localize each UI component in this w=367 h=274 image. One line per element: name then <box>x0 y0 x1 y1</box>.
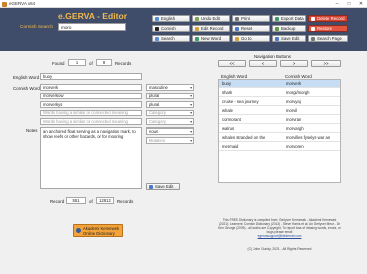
cornish-button[interactable]: Cornish <box>152 25 190 32</box>
printer-icon <box>235 16 239 21</box>
record-total-field: 12812 <box>96 197 114 204</box>
notes-textarea[interactable]: an anchored float serving as a navigatio… <box>40 127 142 189</box>
related-word-field-2[interactable]: Words having a similar or connected mean… <box>40 118 142 125</box>
results-table[interactable]: buoy morverk shark morgi/morgh cruise - se… <box>218 79 341 183</box>
plural-field-1[interactable]: morverkow <box>40 92 142 99</box>
copyright-text: (C) John Gundy, 2021 - All Rights Reserv… <box>247 247 312 251</box>
found-of-label: of <box>89 61 93 66</box>
plus-icon <box>195 36 199 41</box>
search-page-button[interactable]: Search Page <box>308 35 348 42</box>
chevron-down-icon: ▾ <box>190 129 192 134</box>
reset-icon <box>235 26 239 31</box>
export-icon <box>275 16 279 21</box>
chevron-down-icon: ▾ <box>190 102 192 107</box>
english-word-field[interactable]: buoy <box>40 73 142 80</box>
chevron-down-icon: ▾ <box>190 138 192 143</box>
chevron-down-icon: ▾ <box>190 119 192 124</box>
edit-record-button[interactable]: Edit Record <box>192 25 230 32</box>
chevron-down-icon: ▾ <box>190 85 192 90</box>
first-record-button[interactable]: << <box>218 60 246 67</box>
chevron-down-icon: ▾ <box>190 94 192 98</box>
found-records-label: Records <box>115 61 132 66</box>
backup-icon <box>275 26 279 31</box>
edit-icon <box>195 26 199 31</box>
flag-icon <box>155 26 159 31</box>
record-label: Record <box>50 199 65 204</box>
footer-credits: This FREE Dictionary is compiled from: G… <box>218 218 341 238</box>
gender-select[interactable]: masculine ▾ <box>146 84 194 91</box>
delete-icon <box>311 16 315 21</box>
category-select-2[interactable]: Category ▾ <box>146 118 194 125</box>
credits-text: This FREE Dictionary is compiled from: G… <box>218 218 341 234</box>
table-row[interactable]: shark morgi/morgh <box>219 89 340 97</box>
record-of-label: of <box>89 199 93 204</box>
cornish-word-field[interactable]: morverk <box>40 84 142 91</box>
search-icon <box>155 36 159 41</box>
last-record-button[interactable]: >> <box>311 60 341 67</box>
search-label: Cornish Search <box>20 25 54 30</box>
undo-icon <box>195 16 199 21</box>
app-icon <box>2 1 7 7</box>
export-data-button[interactable]: Export Data <box>272 15 306 22</box>
part-of-speech-select[interactable]: noun ▾ <box>146 128 194 135</box>
english-word-label: English Word <box>13 75 40 80</box>
go-to-button[interactable]: Go to <box>232 35 270 42</box>
flag-icon <box>155 16 159 21</box>
table-row[interactable]: cormorant morvran <box>219 116 340 124</box>
table-row[interactable]: walrus morvargh <box>219 125 340 133</box>
next-record-button[interactable]: > <box>280 60 308 67</box>
previous-record-button[interactable]: < <box>249 60 277 67</box>
save-icon <box>149 184 153 189</box>
undo-edit-button[interactable]: Undo Edit <box>192 15 230 22</box>
found-count-field: 1 <box>68 59 86 66</box>
plural-select-2[interactable]: plural ▾ <box>146 101 194 108</box>
maximize-button[interactable]: □ <box>343 0 355 8</box>
print-button[interactable]: Print <box>232 15 270 22</box>
window-titlebar: eGERVA x64 – □ ✕ <box>0 0 367 8</box>
table-row[interactable]: whales stranded on the morvilles fyselys … <box>219 134 340 142</box>
save-edit-button[interactable]: Save Edit <box>146 183 180 190</box>
support-email-link[interactable]: egervasupport@btinternet.com <box>218 234 341 238</box>
table-row[interactable]: buoy morverk <box>219 80 340 88</box>
online-dictionary-button[interactable]: Akademi Kernewek Online Dictionary <box>73 224 123 237</box>
minimize-button[interactable]: – <box>331 0 343 8</box>
new-word-button[interactable]: New Word <box>192 35 230 42</box>
arrow-right-icon <box>235 36 239 41</box>
window-title: eGERVA x64 <box>9 1 36 6</box>
found-label: Found <box>52 61 65 66</box>
table-row[interactable]: whale morvil <box>219 107 340 115</box>
cornish-word-label: Cornish Word <box>13 86 40 91</box>
chevron-down-icon: ▾ <box>190 111 192 115</box>
close-button[interactable]: ✕ <box>355 0 367 8</box>
cornish-search-input[interactable]: moro <box>58 23 126 31</box>
backup-button[interactable]: Backup <box>272 25 306 32</box>
mutation-select[interactable]: Mutation ▾ <box>146 137 194 144</box>
save-edit-toolbar-button[interactable]: Save Edit <box>272 35 306 42</box>
notes-label: Notes <box>26 128 38 133</box>
category-select-1[interactable]: Category ▾ <box>146 109 194 116</box>
reset-button[interactable]: Reset <box>232 25 270 32</box>
plural-select-1[interactable]: plural ▾ <box>146 92 194 99</box>
restore-icon <box>311 26 315 31</box>
english-button[interactable]: English <box>152 15 190 22</box>
restore-button[interactable]: Restore <box>308 25 348 32</box>
app-title: e.GERVA - Editor <box>58 11 128 21</box>
globe-icon <box>76 228 81 233</box>
record-records-label: Records <box>117 199 134 204</box>
plural-field-2[interactable]: morverkys <box>40 101 142 108</box>
record-number-field: 551 <box>66 197 86 204</box>
search-button[interactable]: Search <box>152 35 190 42</box>
save-icon <box>275 36 279 41</box>
table-row[interactable]: cruise - sea journey morvyaj <box>219 98 340 106</box>
navigation-title: Navigation Buttons <box>254 54 291 59</box>
delete-record-button[interactable]: Delete Record <box>308 15 348 22</box>
table-row[interactable]: mermaid morvoren <box>219 143 340 151</box>
found-total-field: 8 <box>96 59 112 66</box>
page-icon <box>311 36 315 41</box>
related-word-field-1[interactable]: Words having a similar or connected mean… <box>40 109 142 116</box>
